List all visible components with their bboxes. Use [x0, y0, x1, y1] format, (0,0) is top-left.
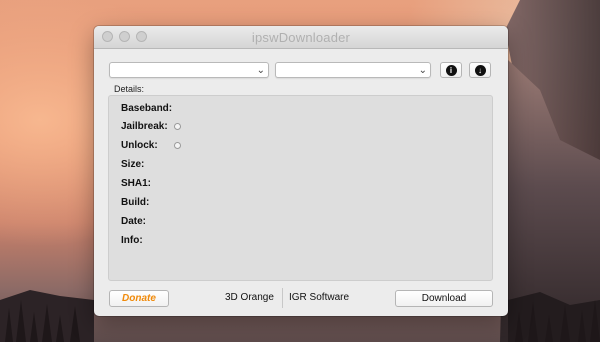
app-window: ipswDownloader ⌄ ⌄ i ↓ Details: Baseband… [94, 26, 508, 316]
sha1-label: SHA1: [121, 178, 152, 189]
chevron-down-icon: ⌄ [256, 65, 265, 76]
jailbreak-label: Jailbreak: [121, 121, 168, 132]
igr-software-link[interactable]: IGR Software [289, 292, 349, 303]
minimize-button[interactable] [119, 31, 130, 42]
download-icon-button[interactable]: ↓ [469, 62, 491, 78]
size-label: Size: [121, 159, 145, 170]
baseband-label: Baseband: [121, 103, 173, 114]
download-button[interactable]: Download [395, 290, 493, 307]
donate-label: Donate [122, 293, 156, 304]
info-label: Info: [121, 235, 143, 246]
unlock-indicator [174, 142, 181, 149]
footer-divider [282, 288, 283, 308]
zoom-button[interactable] [136, 31, 147, 42]
build-label: Build: [121, 197, 150, 208]
device-select[interactable]: ⌄ [109, 62, 269, 78]
firmware-select[interactable]: ⌄ [275, 62, 431, 78]
window-title: ipswDownloader [251, 29, 351, 45]
unlock-label: Unlock: [121, 140, 158, 151]
info-button[interactable]: i [440, 62, 462, 78]
details-group: Baseband: Jailbreak: Unlock: Size: SHA1:… [108, 95, 493, 281]
info-icon: i [445, 64, 457, 76]
window-controls [102, 31, 147, 42]
date-label: Date: [121, 216, 147, 227]
close-button[interactable] [102, 31, 113, 42]
jailbreak-indicator [174, 123, 181, 130]
download-arrow-icon: ↓ [474, 64, 486, 76]
3d-orange-link[interactable]: 3D Orange [225, 292, 274, 303]
details-label: Details: [114, 84, 145, 94]
title-bar: ipswDownloader [94, 26, 508, 49]
download-label: Download [421, 293, 467, 304]
chevron-down-icon: ⌄ [418, 65, 427, 76]
donate-button[interactable]: Donate [109, 290, 169, 307]
